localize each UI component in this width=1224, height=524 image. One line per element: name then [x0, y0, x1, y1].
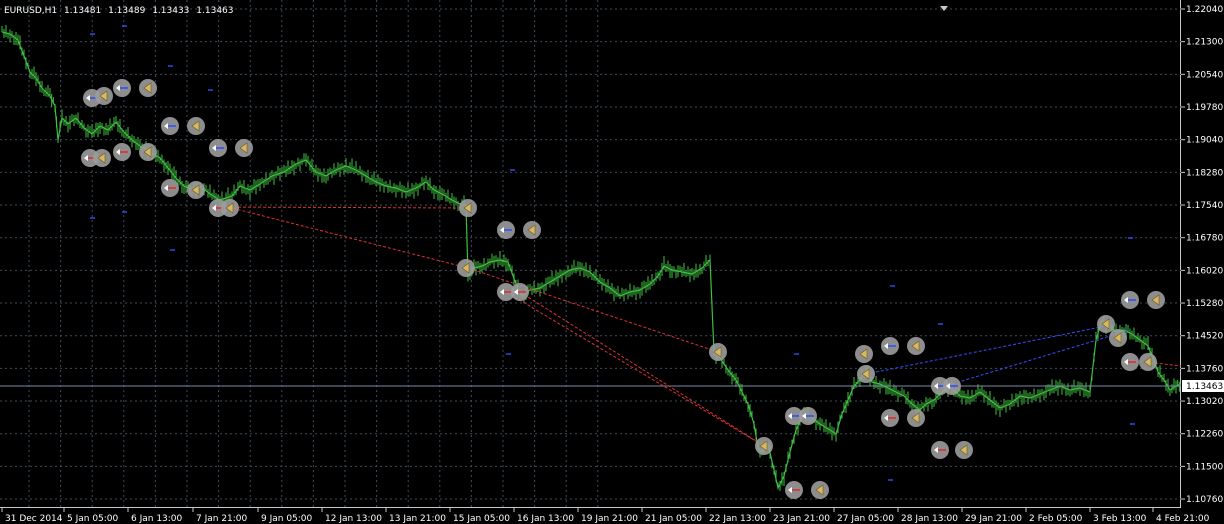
close-marker-icon[interactable] — [523, 221, 541, 239]
close-marker-icon[interactable] — [1139, 353, 1157, 371]
sell-trade-line — [467, 267, 719, 353]
close-marker-icon[interactable] — [907, 409, 925, 427]
close-marker-icon[interactable] — [1109, 329, 1127, 347]
time-label: 16 Jan 13:00 — [517, 514, 574, 524]
close-marker-icon[interactable] — [187, 181, 205, 199]
close-marker-icon[interactable] — [221, 199, 239, 217]
buy-marker-icon[interactable] — [943, 377, 961, 395]
time-label: 6 Jan 13:00 — [131, 514, 183, 524]
sell-marker-icon[interactable] — [113, 143, 131, 161]
buy-trade-line — [865, 325, 1107, 375]
price-label: 1.17540 — [1186, 201, 1223, 211]
close-marker-icon[interactable] — [93, 149, 111, 167]
time-label: 12 Jan 13:00 — [325, 514, 382, 524]
time-label: 2 Feb 05:00 — [1029, 514, 1083, 524]
price-axis[interactable]: 1.22040 1.21300 1.20540 1.19780 1.19040 1.182… — [1181, 0, 1224, 508]
price-label: 1.13760 — [1186, 364, 1223, 374]
price-label: 1.21300 — [1186, 38, 1223, 48]
symbol-header: EURUSD,H1 1.13481 1.13489 1.13433 1.1346… — [4, 6, 238, 16]
time-axis[interactable]: 31 Dec 2014 5 Jan 05:00 6 Jan 13:00 7 Jan 2… — [0, 508, 1224, 524]
time-label: 27 Jan 05:00 — [837, 514, 894, 524]
buy-marker-icon[interactable] — [497, 221, 515, 239]
price-label: 1.19040 — [1186, 136, 1223, 146]
price-label: 1.14520 — [1186, 332, 1223, 342]
trade-markers — [81, 79, 1165, 499]
close-marker-icon[interactable] — [907, 337, 925, 355]
price-label: 1.19780 — [1186, 103, 1223, 113]
time-label: 28 Jan 13:00 — [901, 514, 958, 524]
price-candles — [1, 25, 1180, 491]
time-label: 29 Jan 21:00 — [965, 514, 1022, 524]
time-label: 31 Dec 2014 — [5, 514, 63, 524]
close-marker-icon[interactable] — [955, 441, 973, 459]
time-label: 23 Jan 21:00 — [773, 514, 830, 524]
close-marker-icon[interactable] — [811, 481, 829, 499]
close-marker-icon[interactable] — [1147, 291, 1165, 309]
close-marker-icon[interactable] — [457, 259, 475, 277]
close-marker-icon[interactable] — [755, 437, 773, 455]
price-label: 1.16780 — [1186, 234, 1223, 244]
time-label: 13 Jan 21:00 — [389, 514, 446, 524]
price-label: 1.12260 — [1186, 430, 1223, 440]
sell-marker-icon[interactable] — [1121, 353, 1139, 371]
time-label: 15 Jan 05:00 — [453, 514, 510, 524]
sell-marker-icon[interactable] — [881, 409, 899, 427]
buy-marker-icon[interactable] — [1121, 291, 1139, 309]
price-label: 1.22040 — [1186, 5, 1223, 15]
ohlc-open: 1.13481 — [64, 6, 102, 16]
time-label: 9 Jan 05:00 — [261, 514, 313, 524]
price-chart[interactable] — [0, 0, 1181, 508]
time-label: 5 Jan 05:00 — [67, 514, 119, 524]
price-label: 1.20540 — [1186, 70, 1223, 80]
price-label: 1.16020 — [1186, 266, 1223, 276]
close-marker-icon[interactable] — [235, 139, 253, 157]
close-marker-icon[interactable] — [459, 199, 477, 217]
time-label: 21 Jan 05:00 — [645, 514, 702, 524]
buy-marker-icon[interactable] — [881, 337, 899, 355]
sell-trade-line — [217, 206, 469, 209]
time-label: 3 Feb 13:00 — [1093, 514, 1147, 524]
close-marker-icon[interactable] — [187, 117, 205, 135]
sell-marker-icon[interactable] — [931, 441, 949, 459]
chart-area[interactable] — [0, 0, 1181, 508]
symbol-name: EURUSD,H1 — [4, 6, 58, 16]
ohlc-high: 1.13489 — [108, 6, 146, 16]
time-label: 22 Jan 13:00 — [709, 514, 766, 524]
close-marker-icon[interactable] — [1097, 315, 1115, 333]
sell-trade-line — [505, 291, 765, 447]
buy-trade-line — [951, 329, 1131, 385]
buy-marker-icon[interactable] — [161, 117, 179, 135]
close-marker-icon[interactable] — [857, 365, 875, 383]
price-label: 1.13020 — [1186, 397, 1223, 407]
sell-marker-icon[interactable] — [511, 283, 529, 301]
sell-marker-icon[interactable] — [785, 481, 803, 499]
time-label: 19 Jan 21:00 — [581, 514, 638, 524]
close-marker-icon[interactable] — [139, 79, 157, 97]
close-marker-icon[interactable] — [95, 87, 113, 105]
sell-marker-icon[interactable] — [161, 179, 179, 197]
close-marker-icon[interactable] — [139, 143, 157, 161]
buy-marker-icon[interactable] — [113, 79, 131, 97]
price-line — [1, 31, 1181, 490]
time-label: 7 Jan 21:00 — [196, 514, 248, 524]
close-marker-icon[interactable] — [855, 345, 873, 363]
buy-marker-icon[interactable] — [799, 407, 817, 425]
buy-marker-icon[interactable] — [209, 139, 227, 157]
price-label: 1.11500 — [1186, 462, 1223, 472]
price-label: 1.10760 — [1186, 495, 1223, 505]
ohlc-close: 1.13463 — [196, 6, 234, 16]
close-marker-icon[interactable] — [709, 343, 727, 361]
current-price-label: 1.13463 — [1186, 382, 1223, 392]
price-label: 1.15280 — [1186, 299, 1223, 309]
time-label: 4 Feb 21:00 — [1156, 514, 1210, 524]
price-label: 1.18280 — [1186, 168, 1223, 178]
ohlc-low: 1.13433 — [152, 6, 190, 16]
